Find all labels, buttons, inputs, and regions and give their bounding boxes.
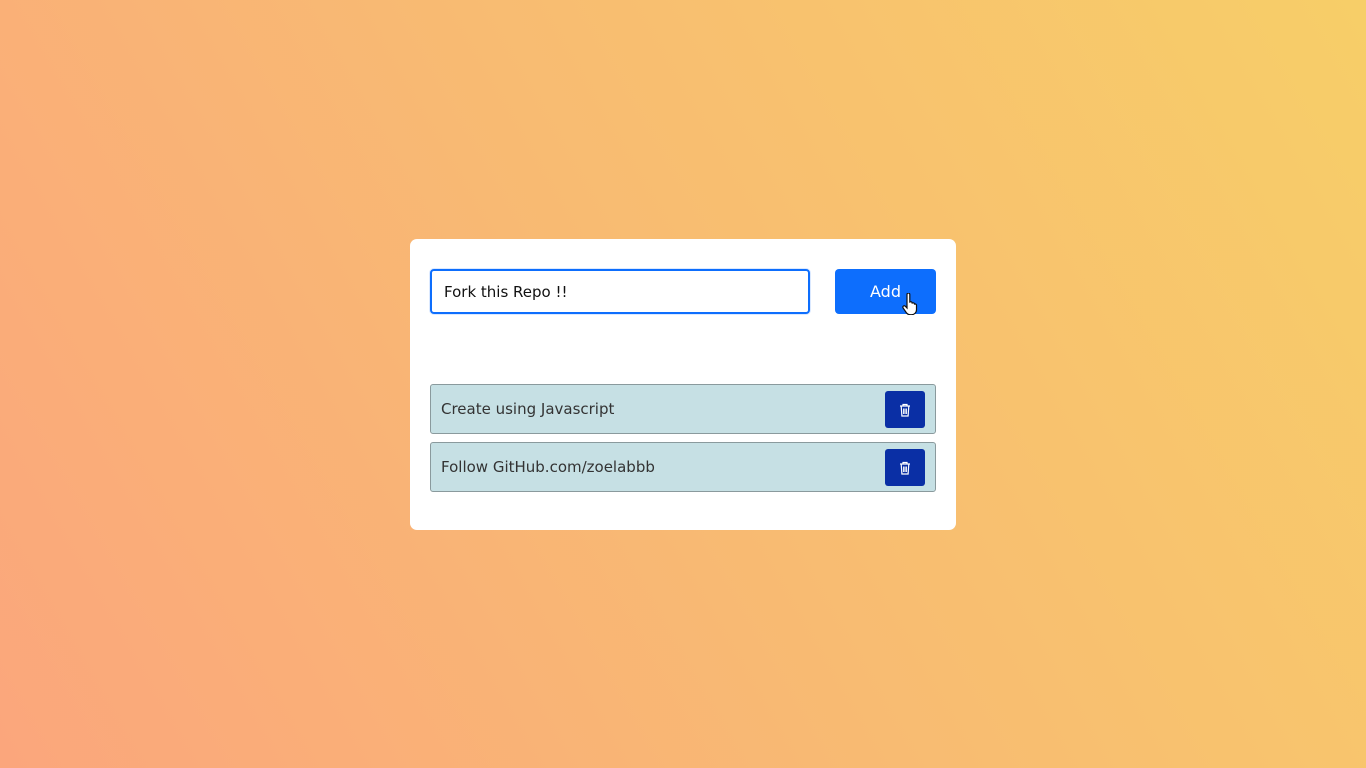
task-text: Create using Javascript	[441, 400, 615, 418]
delete-button[interactable]	[885, 449, 925, 486]
task-item: Follow GitHub.com/zoelabbb	[430, 442, 936, 492]
trash-icon	[900, 403, 910, 417]
add-button[interactable]: Add	[835, 269, 936, 314]
input-row: Add	[430, 269, 936, 315]
todo-card: Add Create using Javascript Follow GitHu…	[410, 239, 956, 530]
task-item: Create using Javascript	[430, 384, 936, 434]
task-input[interactable]	[430, 269, 810, 314]
task-text: Follow GitHub.com/zoelabbb	[441, 458, 655, 476]
delete-button[interactable]	[885, 391, 925, 428]
task-list: Create using Javascript Follow GitHub.co…	[430, 384, 936, 500]
trash-icon	[900, 461, 910, 475]
